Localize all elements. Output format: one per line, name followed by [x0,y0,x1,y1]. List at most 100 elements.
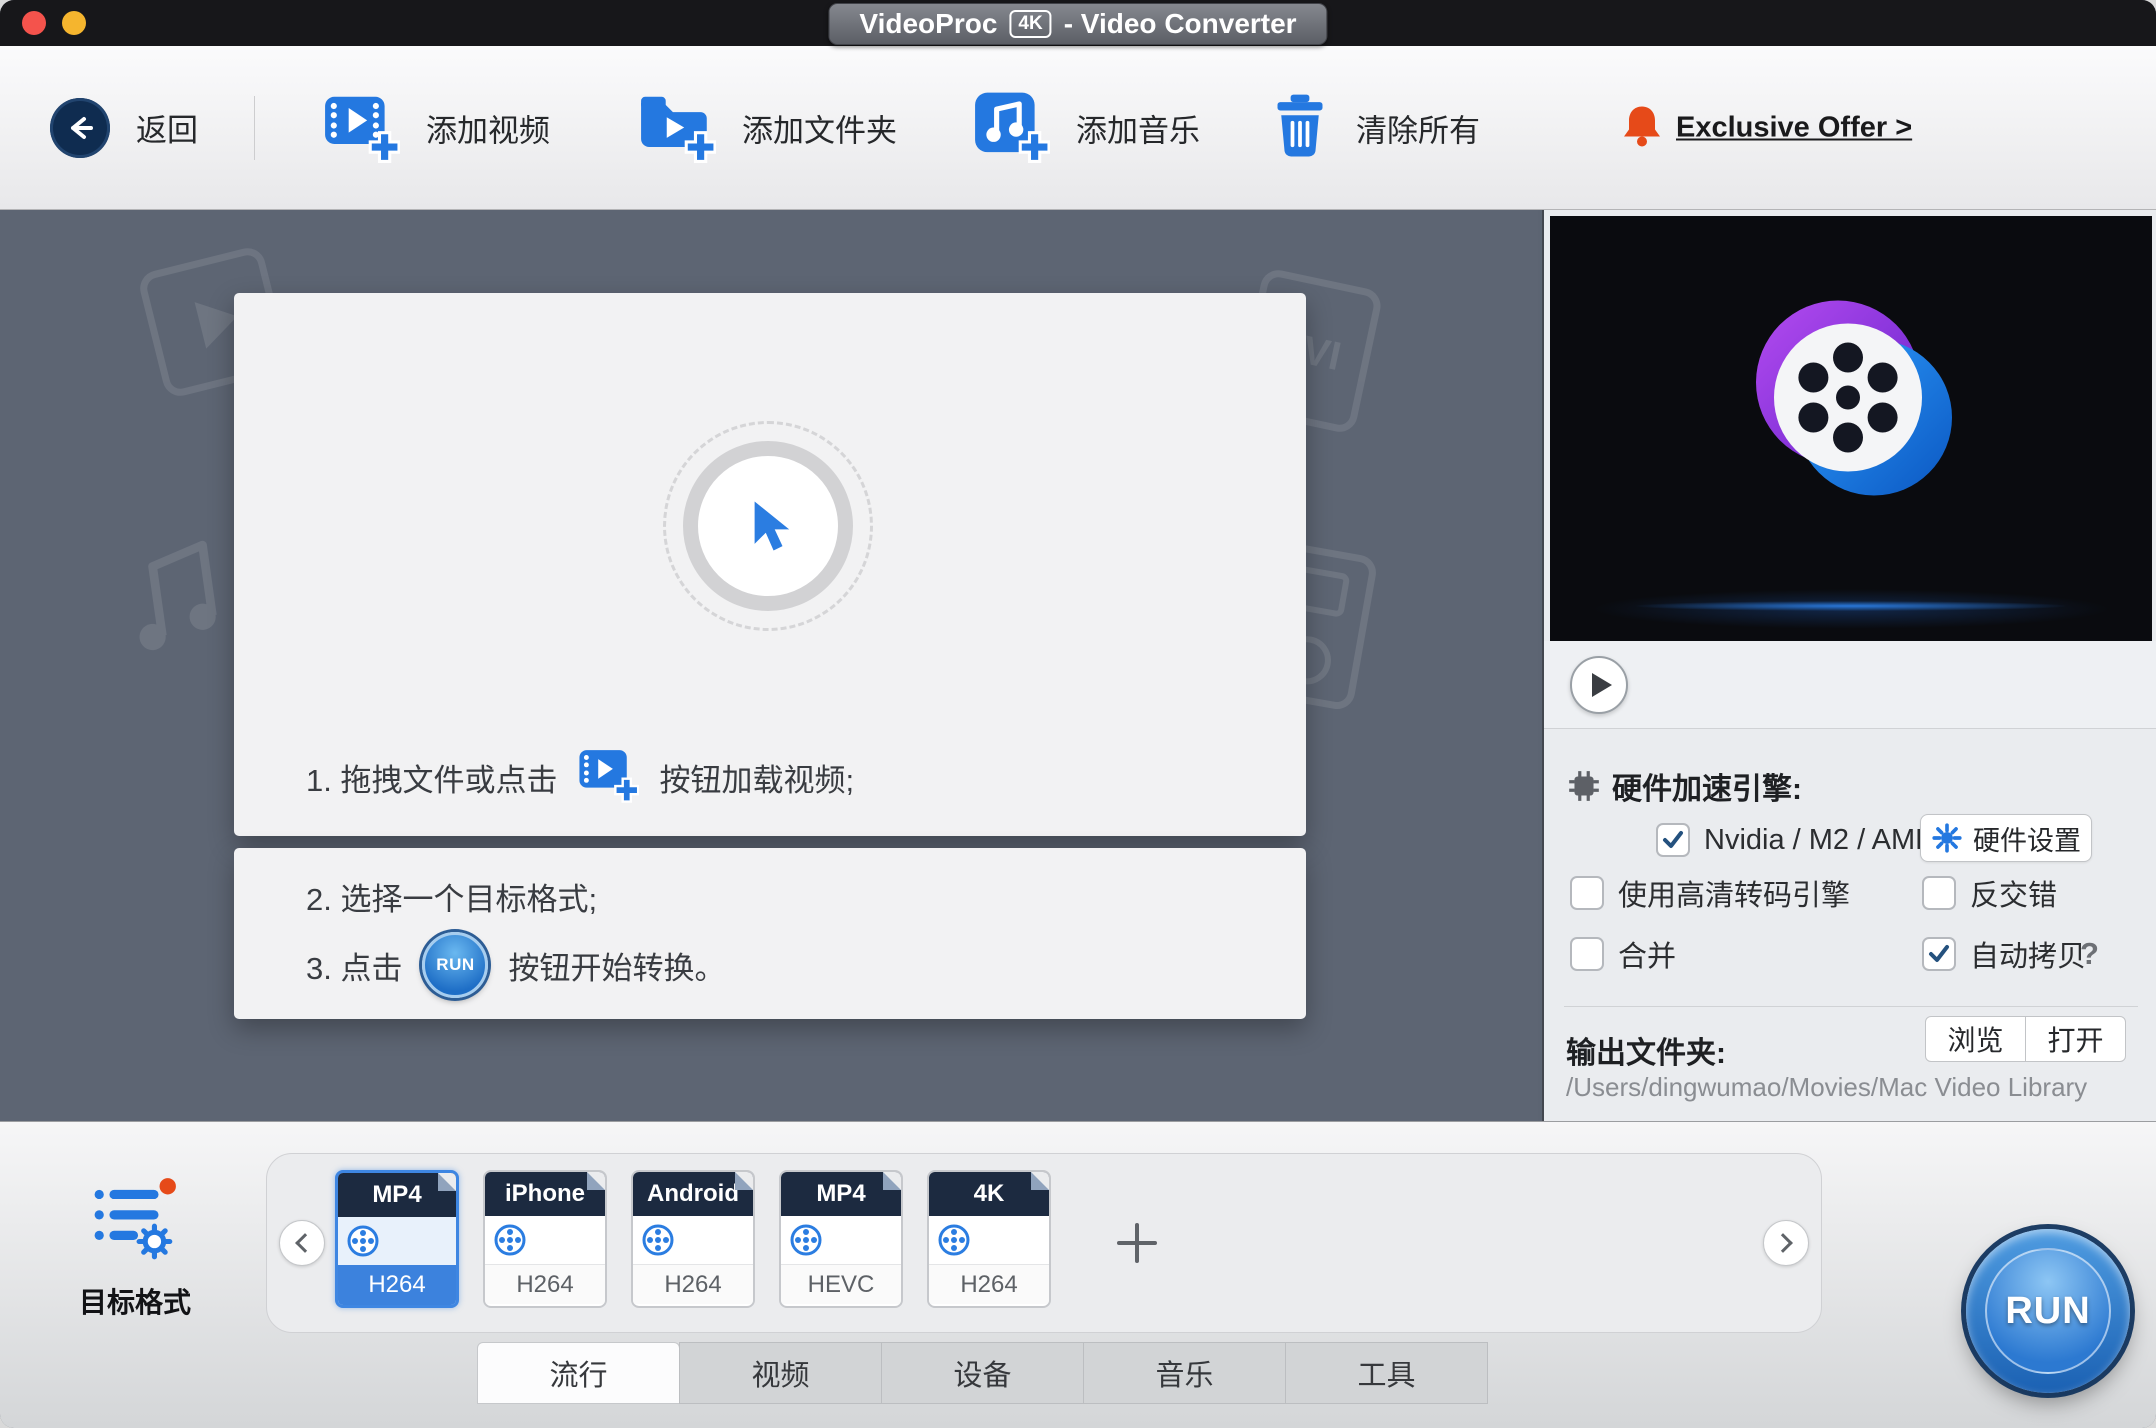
reel-icon [347,1225,379,1257]
merge-label: 合并 [1618,941,1677,973]
videoproc-logo [1726,280,1976,535]
help-icon[interactable]: ? [2080,936,2099,972]
title-suffix: - Video Converter [1063,8,1297,39]
preview-panel [1550,216,2152,641]
fold-corner [587,1172,605,1190]
fold-corner [438,1173,456,1191]
hd-engine-option: 使用高清转码引擎 [1570,872,1850,914]
close-button[interactable] [22,11,46,35]
main-stage: AVI 1. 拖拽文件或点击 按钮加载视频; 2. 选择一个目标格式; 3. 点… [0,210,1538,1121]
tab-popular[interactable]: 流行 [477,1342,680,1404]
watermark-music-note-icon [120,525,246,664]
titlebar: VideoProc 4K - Video Converter [0,0,2156,46]
format-card-android-h264[interactable]: Android H264 [631,1170,755,1308]
merge-checkbox[interactable] [1570,937,1604,971]
auto-copy-label: 自动拷贝 [1970,941,2087,973]
hardware-settings-button[interactable]: 硬件设置 [1920,814,2092,862]
bell-icon [1622,102,1662,153]
tab-device[interactable]: 设备 [881,1342,1084,1404]
step3-text: 3. 点击 RUN 按钮开始转换。 [306,932,725,998]
drop-circle [683,441,853,611]
deinterlace-option: 反交错 [1922,872,2057,914]
run-button[interactable]: RUN [1966,1229,2130,1393]
step1-prefix: 1. 拖拽文件或点击 [306,762,558,798]
step3-suffix: 按钮开始转换。 [508,950,726,986]
play-icon [1592,673,1612,697]
deinterlace-label: 反交错 [1970,880,2058,912]
format-card-iphone-h264[interactable]: iPhone H264 [483,1170,607,1308]
step1-suffix: 按钮加载视频; [659,762,855,798]
format-card-4k-h264[interactable]: 4K H264 [927,1170,1051,1308]
deinterlace-checkbox[interactable] [1922,876,1956,910]
back-button[interactable]: 返回 [50,97,198,158]
step2-text: 2. 选择一个目标格式; [306,882,598,917]
drop-zone[interactable]: 1. 拖拽文件或点击 按钮加载视频; [234,293,1306,836]
format-card-body [929,1216,1049,1264]
add-video-button[interactable]: 添加视频 [322,86,550,169]
minimize-button[interactable] [62,11,86,35]
format-card-body [781,1216,901,1264]
format-card-mp4-hevc[interactable]: MP4 HEVC [779,1170,903,1308]
add-video-icon [322,86,401,169]
add-format-button[interactable] [1105,1211,1169,1275]
output-folder-buttons: 浏览 打开 [1925,1016,2126,1062]
reel-icon [938,1224,970,1256]
scroll-left-button[interactable] [279,1220,325,1266]
fold-corner [883,1172,901,1190]
tab-tools[interactable]: 工具 [1285,1342,1488,1404]
hd-engine-label: 使用高清转码引擎 [1618,880,1851,912]
format-card-codec: H264 [633,1264,753,1304]
step1-text: 1. 拖拽文件或点击 按钮加载视频; [306,742,854,812]
format-card-codec: H264 [485,1264,605,1304]
target-format-header: 目标格式 [40,1174,230,1321]
hardware-settings-label: 硬件设置 [1973,825,2081,856]
scroll-right-button[interactable] [1763,1220,1809,1266]
merge-option: 合并 [1570,933,1676,975]
hd-engine-checkbox[interactable] [1570,876,1604,910]
chip-icon [1569,771,1599,801]
logo-reflection [1636,601,2066,611]
auto-copy-option: 自动拷贝 [1922,933,2086,975]
plus-icon [1135,1223,1139,1263]
back-label: 返回 [136,113,198,148]
window-title: VideoProc 4K - Video Converter [828,3,1328,45]
play-button[interactable] [1570,656,1628,714]
cursor-icon [754,501,790,551]
gpu-checkbox[interactable] [1656,823,1690,857]
fold-corner [735,1172,753,1190]
browse-button[interactable]: 浏览 [1925,1016,2026,1062]
format-card-body [485,1216,605,1264]
open-button[interactable]: 打开 [2025,1016,2126,1062]
format-card-codec: H264 [338,1265,456,1305]
chevron-right-icon [1773,1233,1793,1253]
hardware-title-label: 硬件加速引擎: [1612,773,1802,806]
add-folder-icon [638,86,717,169]
add-music-button[interactable]: 添加音乐 [972,86,1200,169]
target-format-icon [94,1178,176,1260]
add-video-label: 添加视频 [426,113,550,148]
hardware-section-title: 硬件加速引擎: [1566,764,1802,808]
clear-all-button[interactable]: 清除所有 [1270,92,1480,163]
chevron-left-icon [295,1233,315,1253]
format-card-mp4-h264[interactable]: MP4 H264 [335,1170,459,1308]
format-strip: MP4 H264 iPhone H264 Android H264 MP4 HE… [266,1153,1822,1333]
inline-add-video-icon [577,742,640,812]
drop-target-circle[interactable] [663,421,873,631]
step3-prefix: 3. 点击 [306,950,403,986]
tab-video[interactable]: 视频 [679,1342,882,1404]
toolbar-divider [254,96,255,160]
add-folder-button[interactable]: 添加文件夹 [638,86,897,169]
auto-copy-checkbox[interactable] [1922,937,1956,971]
format-category-tabs: 流行 视频 设备 音乐 工具 [477,1342,1488,1404]
app-window: VideoProc 4K - Video Converter 返回 添加视频 添… [0,0,2156,1428]
tab-music[interactable]: 音乐 [1083,1342,1286,1404]
side-panel: 硬件加速引擎: Nvidia / M2 / AMD 硬件设置 使用高清转码引擎 [1542,210,2156,1121]
exclusive-offer-link[interactable]: Exclusive Offer > [1622,102,1912,153]
clear-all-label: 清除所有 [1356,113,1480,148]
reel-icon [642,1224,674,1256]
gear-icon [1932,823,1962,853]
side-divider [1564,1006,2138,1007]
back-icon [50,97,110,158]
run-badge-icon: RUN [422,932,489,998]
toolbar: 返回 添加视频 添加文件夹 添加音乐 清除所有 Exclusive Offer … [0,46,2156,210]
